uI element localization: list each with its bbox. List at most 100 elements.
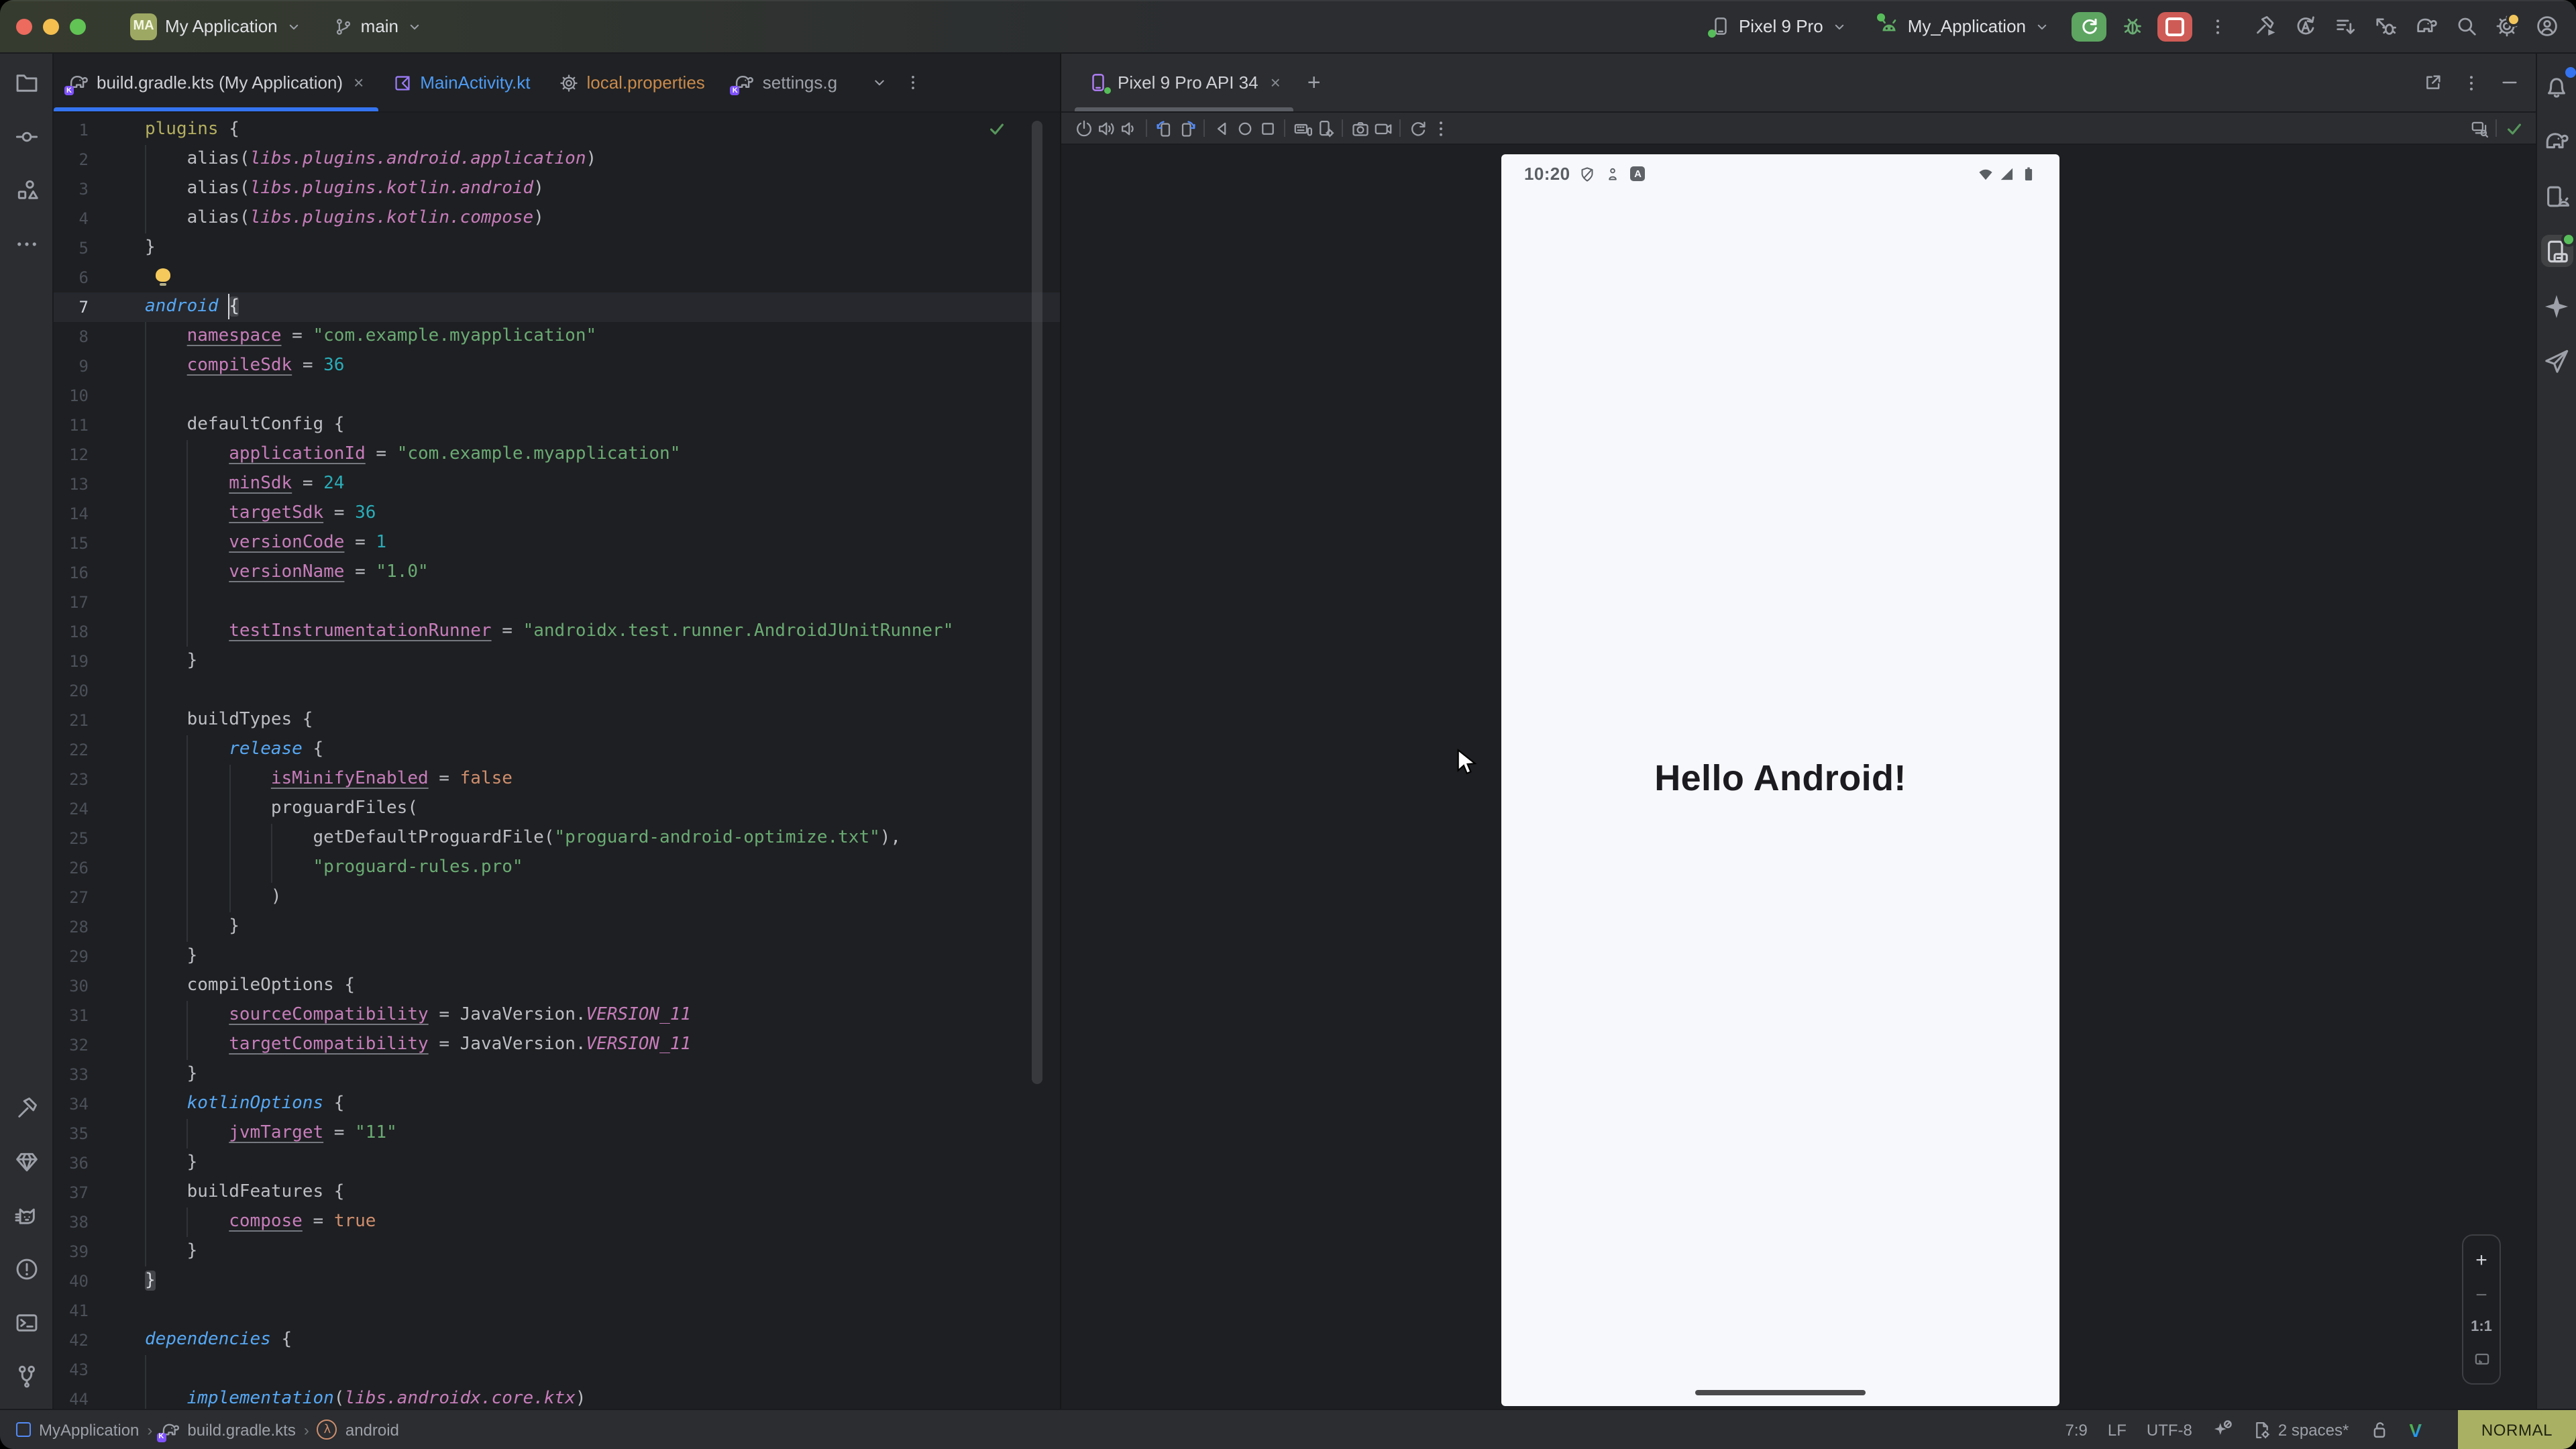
code-line[interactable]: 14 targetSdk = 36 <box>54 499 1060 529</box>
power-icon[interactable] <box>1072 117 1095 140</box>
home-c-icon[interactable] <box>1233 117 1256 140</box>
ai-assistant-disabled-icon[interactable] <box>2212 1419 2233 1440</box>
close-emulator-tab-icon[interactable]: × <box>1271 72 1281 93</box>
emulator-device-tab[interactable]: Pixel 9 Pro API 34 × <box>1075 54 1294 111</box>
code-line[interactable]: 16 versionName = "1.0" <box>54 558 1060 588</box>
code-line[interactable]: 7android { <box>54 292 1060 322</box>
sparkle-icon[interactable] <box>2540 290 2573 322</box>
compare-icon[interactable] <box>2467 117 2490 140</box>
gear-dot-icon[interactable] <box>2493 13 2520 40</box>
code-line[interactable]: 10 <box>54 381 1060 411</box>
keyboard-icon[interactable] <box>1291 117 1313 140</box>
minimize-window-button[interactable] <box>43 18 59 34</box>
line-number[interactable]: 33 <box>54 1065 89 1084</box>
elephant-icon[interactable] <box>2412 13 2439 40</box>
line-number[interactable]: 12 <box>54 445 89 464</box>
hammer-icon[interactable] <box>10 1092 42 1124</box>
breadcrumb-file[interactable]: build.gradle.kts <box>187 1420 295 1439</box>
line-number[interactable]: 37 <box>54 1183 89 1202</box>
add-device-tab-button[interactable]: + <box>1294 54 1334 111</box>
code-line[interactable]: 32 targetCompatibility = JavaVersion.VER… <box>54 1030 1060 1060</box>
close-tab-icon[interactable]: × <box>354 72 364 93</box>
line-number[interactable]: 23 <box>54 770 89 789</box>
tab-local.properties[interactable]: local.properties <box>545 54 719 111</box>
line-number[interactable]: 11 <box>54 416 89 435</box>
folder-icon[interactable] <box>10 67 42 99</box>
line-number[interactable]: 4 <box>54 209 89 228</box>
breadcrumb-element[interactable]: android <box>345 1420 399 1439</box>
overview-icon[interactable] <box>1256 117 1279 140</box>
line-number[interactable]: 6 <box>54 268 89 287</box>
line-number[interactable]: 10 <box>54 386 89 405</box>
code-line[interactable]: 33 } <box>54 1060 1060 1089</box>
code-line[interactable]: 20 <box>54 676 1060 706</box>
commit-icon[interactable] <box>10 121 42 153</box>
code-line[interactable]: 24 proguardFiles( <box>54 794 1060 824</box>
line-number[interactable]: 15 <box>54 534 89 553</box>
vim-mode-badge[interactable]: NORMAL <box>2458 1409 2576 1449</box>
line-number[interactable]: 14 <box>54 504 89 523</box>
code-line[interactable]: 29 } <box>54 942 1060 971</box>
more-icon[interactable] <box>10 228 42 260</box>
code-line[interactable]: 13 minSdk = 24 <box>54 470 1060 499</box>
running-device-icon[interactable] <box>2540 235 2573 267</box>
line-number[interactable]: 5 <box>54 239 89 258</box>
phone-gear-icon[interactable] <box>1313 117 1336 140</box>
line-number[interactable]: 38 <box>54 1213 89 1232</box>
code-line[interactable]: 5} <box>54 233 1060 263</box>
zoom-window-button[interactable] <box>70 18 86 34</box>
check-icon[interactable] <box>2502 117 2525 140</box>
gem-icon[interactable] <box>10 1146 42 1178</box>
code-line[interactable]: 3 alias(libs.plugins.kotlin.android) <box>54 174 1060 204</box>
vol-lo-icon[interactable] <box>1118 117 1140 140</box>
line-number[interactable]: 2 <box>54 150 89 169</box>
code-line[interactable]: 31 sourceCompatibility = JavaVersion.VER… <box>54 1001 1060 1030</box>
panel-options-kebab-icon[interactable] <box>2462 73 2481 92</box>
code-line[interactable]: 40} <box>54 1267 1060 1296</box>
terminal-icon[interactable] <box>10 1307 42 1339</box>
cat-icon[interactable] <box>10 1199 42 1232</box>
line-number[interactable]: 39 <box>54 1242 89 1261</box>
editor-scrollbar[interactable] <box>1032 121 1042 1084</box>
zoom-to-fit-button[interactable] <box>2472 1350 2491 1368</box>
tab-build.gradle.kts-my-application-[interactable]: Kbuild.gradle.kts (My Application)× <box>54 54 378 111</box>
breadcrumb-project[interactable]: MyApplication <box>39 1420 139 1439</box>
code-line[interactable]: 43 <box>54 1355 1060 1385</box>
code-line[interactable]: 23 isMinifyEnabled = false <box>54 765 1060 794</box>
code-line[interactable]: 38 compose = true <box>54 1208 1060 1237</box>
line-number[interactable]: 3 <box>54 180 89 199</box>
line-number[interactable]: 36 <box>54 1154 89 1173</box>
device-screen[interactable]: 10:20 A Hello Android! <box>1501 154 2059 1406</box>
line-number[interactable]: 1 <box>54 121 89 140</box>
line-number[interactable]: 44 <box>54 1390 89 1409</box>
code-line[interactable]: 44 implementation(libs.androidx.core.ktx… <box>54 1385 1060 1409</box>
back-icon[interactable] <box>1210 117 1233 140</box>
line-number[interactable]: 34 <box>54 1095 89 1114</box>
code-line[interactable]: 8 namespace = "com.example.myapplication… <box>54 322 1060 352</box>
code-line[interactable]: 26 "proguard-rules.pro" <box>54 853 1060 883</box>
line-number[interactable]: 31 <box>54 1006 89 1025</box>
line-number[interactable]: 13 <box>54 475 89 494</box>
line-number[interactable]: 26 <box>54 859 89 877</box>
camera-icon[interactable] <box>1348 117 1371 140</box>
line-number[interactable]: 35 <box>54 1124 89 1143</box>
hammer-run-icon[interactable] <box>2251 13 2278 40</box>
line-number[interactable]: 17 <box>54 593 89 612</box>
rotate-l-icon[interactable] <box>1152 117 1175 140</box>
line-number[interactable]: 41 <box>54 1301 89 1320</box>
rotate-r-icon[interactable] <box>1175 117 1198 140</box>
line-number[interactable]: 43 <box>54 1360 89 1379</box>
ideavim-icon[interactable]: V <box>2409 1419 2422 1440</box>
bell-icon[interactable] <box>2540 70 2573 102</box>
line-number[interactable]: 7 <box>54 298 89 317</box>
structure-icon[interactable] <box>10 174 42 207</box>
project-widget[interactable]: MA My Application <box>121 7 311 45</box>
code-line[interactable]: 36 } <box>54 1148 1060 1178</box>
line-number[interactable]: 40 <box>54 1272 89 1291</box>
line-number[interactable]: 8 <box>54 327 89 346</box>
code-line[interactable]: 25 getDefaultProguardFile("proguard-andr… <box>54 824 1060 853</box>
tab-options-kebab-icon[interactable] <box>904 74 922 91</box>
debug-button[interactable] <box>2118 13 2145 40</box>
code-line[interactable]: 19 } <box>54 647 1060 676</box>
bug-arrow-icon[interactable] <box>2372 13 2399 40</box>
